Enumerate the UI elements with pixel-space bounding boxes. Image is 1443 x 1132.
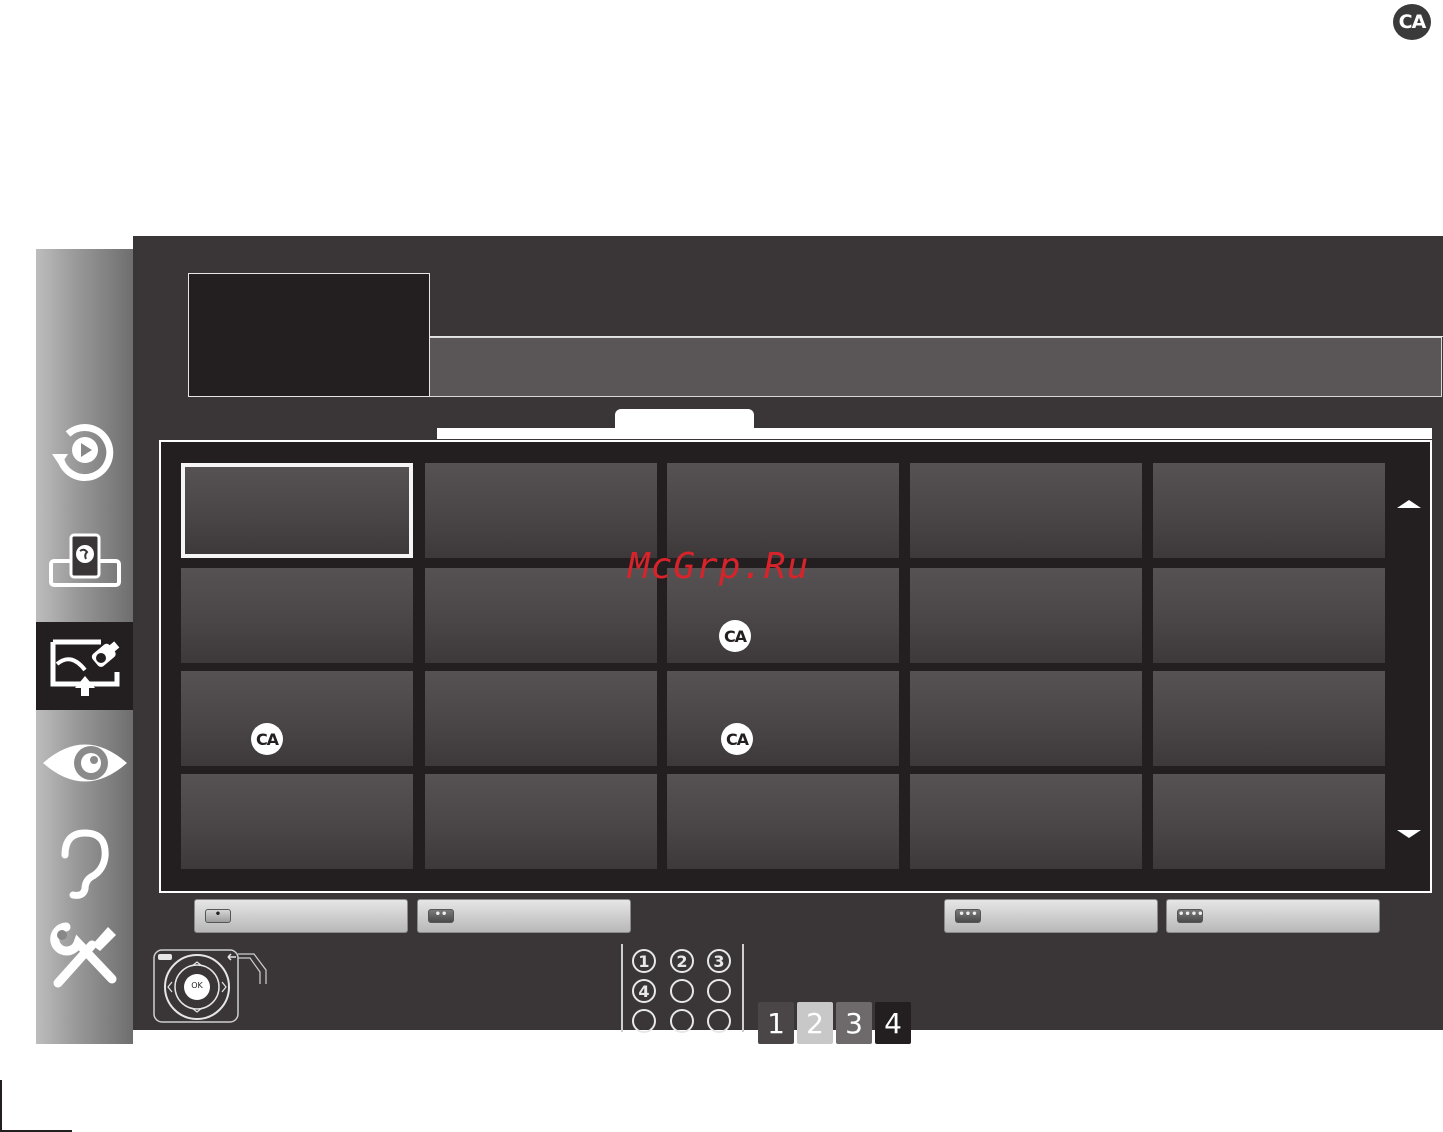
page-tab-3[interactable]: 3 (836, 1002, 872, 1044)
grid-cell-r1c3[interactable] (910, 568, 1142, 663)
antenna-cable-icon (50, 639, 119, 696)
sidebar-item-sound[interactable] (36, 819, 133, 907)
numeric-key-3: 3 (707, 949, 731, 973)
grid-cell-r0c4[interactable] (1153, 463, 1385, 558)
sidebar (36, 249, 133, 1044)
globe-devices-icon (48, 533, 121, 587)
numeric-key-1: 1 (632, 949, 656, 973)
active-tab[interactable] (615, 409, 754, 437)
remote-navigation-icon (153, 949, 267, 1023)
channel-info-bar (430, 337, 1442, 397)
blue-key-icon: •••• (1177, 909, 1204, 923)
tab-strip (437, 428, 1432, 439)
page-tab-1[interactable]: 1 (758, 1002, 794, 1044)
keypad-divider (742, 944, 744, 1032)
sidebar-item-settings[interactable] (36, 911, 133, 999)
play-circle-icon (51, 424, 113, 482)
grid-cell-r3c4[interactable] (1153, 774, 1385, 869)
grid-cell-r2c1[interactable] (425, 671, 657, 766)
scroll-up-icon[interactable] (1397, 500, 1421, 508)
ca-badge-icon: CA (251, 723, 283, 755)
grid-cell-r1c1[interactable] (425, 568, 657, 663)
grid-cell-r3c1[interactable] (425, 774, 657, 869)
numeric-key-4: 4 (632, 979, 656, 1003)
grid-cell-r0c1[interactable] (425, 463, 657, 558)
red-key-icon: • (205, 909, 231, 923)
page-tab-2[interactable]: 2 (797, 1002, 833, 1044)
ok-key-label: OK (191, 981, 203, 990)
crop-mark (0, 1080, 2, 1132)
yellow-button[interactable]: ••• (944, 899, 1158, 933)
numeric-key-6 (707, 979, 731, 1003)
numeric-key-7 (632, 1009, 656, 1033)
green-key-icon: •• (428, 909, 454, 923)
numeric-key-5 (670, 979, 694, 1003)
channel-grid: CA CA CA (159, 440, 1432, 893)
sidebar-item-source[interactable] (36, 622, 133, 710)
ca-badge-icon: CA (721, 723, 753, 755)
watermark-text: McGrp.Ru (628, 546, 810, 587)
grid-cell-r3c3[interactable] (910, 774, 1142, 869)
page-tab-4[interactable]: 4 (875, 1002, 911, 1044)
grid-cell-r0c0[interactable] (181, 463, 413, 558)
live-preview-window (188, 273, 430, 397)
grid-cell-r3c2[interactable] (667, 774, 899, 869)
ca-badge-icon: CA (1393, 4, 1431, 40)
grid-cell-r2c3[interactable] (910, 671, 1142, 766)
sidebar-item-picture[interactable] (36, 719, 133, 807)
grid-cell-r2c2[interactable]: CA (667, 671, 899, 766)
sidebar-item-media[interactable] (36, 409, 133, 497)
grid-cell-r1c4[interactable] (1153, 568, 1385, 663)
sidebar-item-internet[interactable] (36, 517, 133, 605)
grid-cell-r2c4[interactable] (1153, 671, 1385, 766)
numeric-key-8 (670, 1009, 694, 1033)
keypad-divider (621, 944, 623, 1032)
scroll-down-icon[interactable] (1397, 830, 1421, 838)
grid-cell-r0c2[interactable] (667, 463, 899, 558)
tools-icon (49, 922, 116, 988)
grid-cell-r2c0[interactable]: CA (181, 671, 413, 766)
numeric-key-9 (707, 1009, 731, 1033)
grid-cell-r1c0[interactable] (181, 568, 413, 663)
grid-cell-r0c3[interactable] (910, 463, 1142, 558)
numeric-key-2: 2 (670, 949, 694, 973)
ear-icon (61, 829, 109, 899)
blue-button[interactable]: •••• (1166, 899, 1380, 933)
ca-badge-icon: CA (719, 620, 751, 652)
yellow-key-icon: ••• (955, 909, 981, 923)
eye-icon (42, 744, 127, 782)
red-button[interactable]: • (194, 899, 408, 933)
green-button[interactable]: •• (417, 899, 631, 933)
grid-cell-r3c0[interactable] (181, 774, 413, 869)
